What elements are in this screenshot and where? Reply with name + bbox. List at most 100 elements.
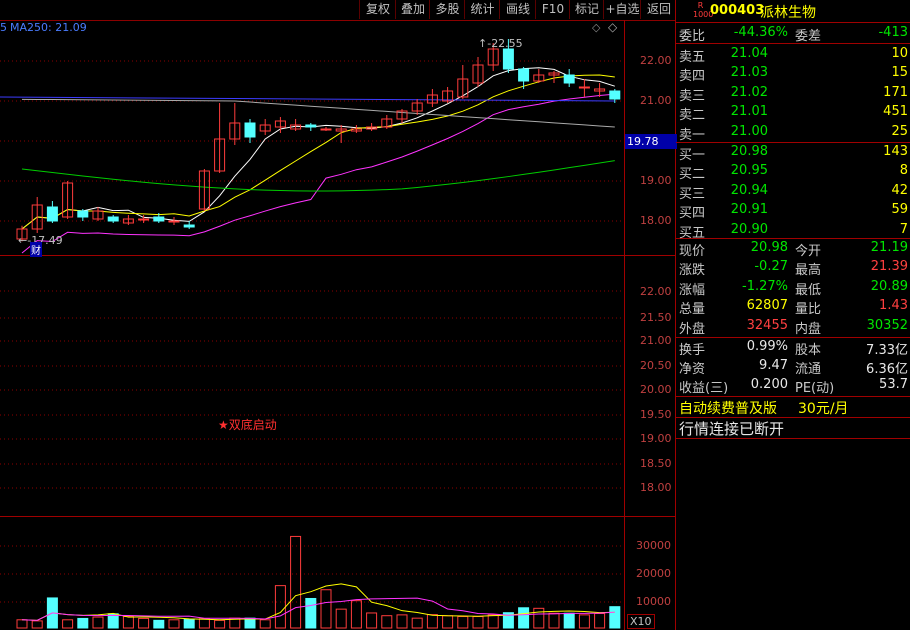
stat-value: 20.98 bbox=[750, 240, 788, 255]
volume-bar bbox=[274, 585, 286, 629]
ind-tick-5: 19.50 bbox=[640, 408, 672, 421]
promo-price[interactable]: 30元/月 bbox=[798, 398, 849, 418]
stat-value: 20.89 bbox=[870, 278, 908, 294]
candle-body bbox=[77, 210, 89, 218]
bid-price: 20.94 bbox=[730, 182, 768, 198]
candle-body bbox=[244, 122, 256, 138]
volume-bar bbox=[548, 612, 560, 629]
committee-ratio-value: -44.36% bbox=[733, 25, 788, 40]
vol-tick-10000: 10000 bbox=[636, 595, 671, 608]
volume-bar bbox=[472, 616, 484, 629]
stat-label: 内盘 bbox=[795, 321, 822, 337]
bid-volume: 8 bbox=[899, 163, 908, 179]
volume-bar bbox=[578, 614, 590, 629]
volume-grid bbox=[0, 545, 624, 603]
ma120-line bbox=[21, 98, 615, 128]
stat-value: 30352 bbox=[866, 317, 908, 333]
vol-tick-30000: 30000 bbox=[636, 539, 671, 552]
stat-label: 最高 bbox=[795, 263, 822, 279]
volume-bar bbox=[31, 620, 43, 629]
stat-label: 今开 bbox=[795, 244, 822, 259]
volume-bar bbox=[609, 606, 621, 629]
fund-label: PE(动) bbox=[795, 381, 835, 396]
finance-note-marker[interactable]: 财 bbox=[30, 242, 42, 257]
quote-header: R 1000 000403 派林生物 bbox=[676, 0, 910, 23]
candle-body bbox=[578, 86, 590, 89]
chart-canvas[interactable] bbox=[0, 0, 676, 630]
bid-label: 买一 bbox=[679, 148, 706, 163]
promo-text[interactable]: 自动续费普及版 bbox=[679, 398, 777, 418]
ask-volume: 15 bbox=[891, 65, 908, 81]
candle-body bbox=[563, 74, 575, 84]
ask-levels: 卖五 21.04 10 卖四 21.03 15 卖三 21.02 171 卖二 21.01 451 卖一… bbox=[676, 44, 910, 143]
ind-tick-3: 20.50 bbox=[640, 359, 672, 372]
volume-bar bbox=[214, 619, 226, 629]
fund-label: 净资 bbox=[679, 362, 706, 377]
committee-diff-value: -413 bbox=[878, 25, 908, 40]
ind-tick-7: 18.50 bbox=[640, 457, 672, 470]
ind-tick-1: 21.50 bbox=[640, 311, 672, 324]
volume-bar bbox=[168, 619, 180, 629]
volume-bar bbox=[62, 619, 74, 629]
stat-label: 现价 bbox=[679, 244, 706, 259]
volume-multiplier: X10 bbox=[627, 614, 655, 629]
ind-tick-4: 20.00 bbox=[640, 383, 672, 396]
bid-price: 20.91 bbox=[730, 202, 768, 218]
ask-label: 卖三 bbox=[679, 88, 706, 104]
candle-body bbox=[168, 220, 180, 223]
volume-bar bbox=[320, 589, 332, 629]
candle-body bbox=[502, 48, 514, 70]
rzrq-badge: R 1000 bbox=[693, 1, 714, 19]
fund-value: 0.99% bbox=[746, 339, 788, 354]
candle-body bbox=[46, 206, 58, 222]
bid-price: 20.95 bbox=[730, 163, 768, 179]
bid-price: 20.90 bbox=[730, 221, 768, 237]
bid-volume: 143 bbox=[883, 144, 908, 159]
stock-code: 000403 bbox=[710, 3, 765, 18]
volume-bar bbox=[350, 600, 362, 629]
fund-label: 流通 bbox=[795, 362, 822, 377]
stat-value: 1.43 bbox=[879, 298, 908, 314]
volume-bar bbox=[594, 613, 606, 629]
ask-volume: 171 bbox=[883, 84, 908, 100]
stat-value: 62807 bbox=[746, 298, 788, 314]
stat-label: 量比 bbox=[795, 302, 822, 318]
price-tick-2200: 22.00 bbox=[640, 54, 672, 67]
ask-price: 21.01 bbox=[730, 104, 768, 120]
volume-bar bbox=[92, 616, 104, 629]
candle-body bbox=[518, 68, 530, 82]
quote-panel: R 1000 000403 派林生物 委比 -44.36% 委差 -413 卖五 2… bbox=[676, 0, 910, 630]
volume-bar bbox=[122, 616, 134, 629]
fund-value: 0.200 bbox=[750, 377, 788, 392]
candle-body bbox=[305, 124, 317, 128]
ma20-line bbox=[21, 93, 615, 254]
volume-bar bbox=[290, 535, 302, 629]
current-price-tag: 19.78 bbox=[625, 134, 677, 149]
double-bottom-annotation: ★双底启动 bbox=[218, 418, 277, 432]
promo-row[interactable]: 自动续费普及版 30元/月 bbox=[676, 397, 910, 418]
bid-volume: 42 bbox=[891, 182, 908, 198]
candle-body bbox=[609, 90, 621, 100]
ask-label: 卖二 bbox=[679, 108, 706, 124]
ask-volume: 25 bbox=[891, 123, 908, 139]
ask-label: 卖一 bbox=[679, 127, 706, 143]
stat-label: 涨跌 bbox=[679, 263, 706, 279]
volume-bar bbox=[487, 614, 499, 629]
fund-value: 9.47 bbox=[759, 358, 788, 373]
ask-price: 21.03 bbox=[730, 65, 768, 81]
stat-label: 外盘 bbox=[679, 321, 706, 337]
volume-bar bbox=[426, 614, 438, 629]
fundamentals: 换手 0.99% 股本 7.33亿 净资 9.47 流通 6.36亿 收益(三) 0.200 PE(… bbox=[676, 338, 910, 397]
volume-bar bbox=[381, 615, 393, 629]
volume-bar bbox=[153, 619, 165, 629]
stock-chart-window: 复权 叠加 多股 统计 画线 F10 标记 +自选 返回 MA250: 21.0… bbox=[0, 0, 910, 630]
ask-volume: 451 bbox=[883, 104, 908, 120]
committee-row: 委比 -44.36% 委差 -413 bbox=[676, 23, 910, 44]
volume-bar bbox=[16, 619, 28, 629]
volume-bar bbox=[396, 614, 408, 629]
price-tick-2100: 21.00 bbox=[640, 94, 672, 107]
price-tick-1800: 18.00 bbox=[640, 214, 672, 227]
price-tick-1900: 19.00 bbox=[640, 174, 672, 187]
committee-diff-label: 委差 bbox=[795, 29, 822, 44]
stat-value: 21.39 bbox=[870, 259, 908, 275]
